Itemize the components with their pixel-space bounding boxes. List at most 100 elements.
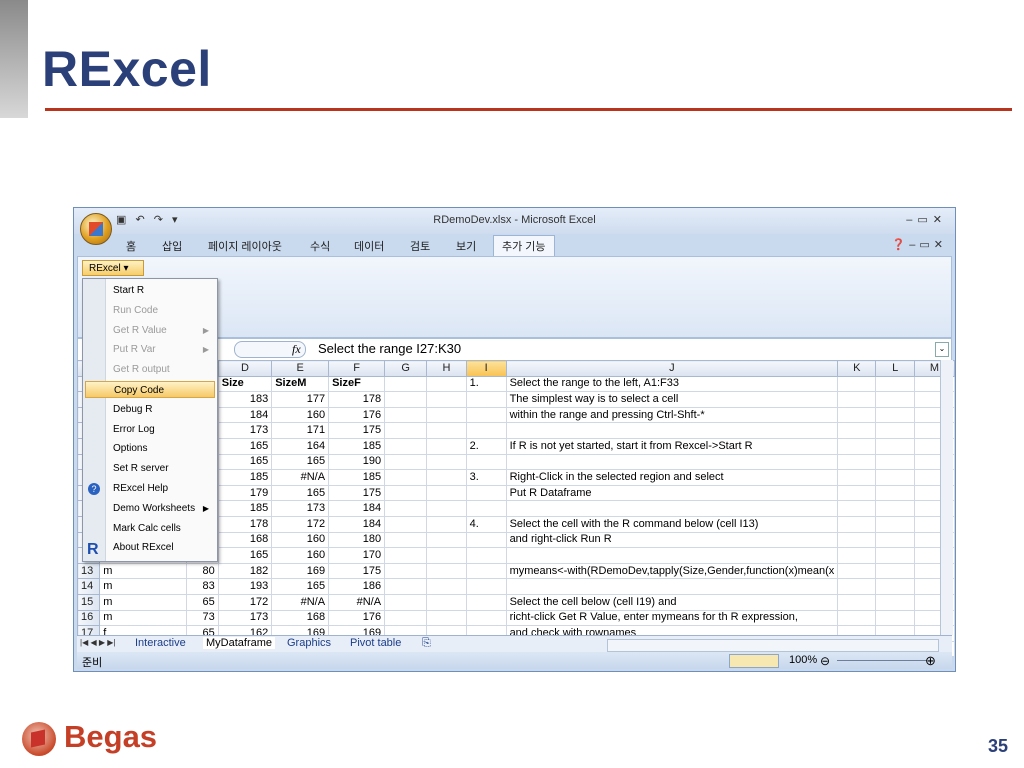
cell[interactable] [426,547,467,564]
cell[interactable]: 165 [217,453,273,471]
cell[interactable] [384,469,428,486]
office-button-icon[interactable] [80,213,112,245]
cell[interactable] [465,562,507,580]
cell[interactable]: 83 [185,578,219,595]
cell[interactable] [505,422,839,439]
zoom-in-icon[interactable]: ⊕ [925,653,936,669]
zoom-level[interactable]: 100% [789,654,817,666]
cell[interactable]: 186 [328,578,386,595]
cell[interactable]: 179 [217,484,273,502]
cell[interactable] [875,609,915,627]
cell[interactable]: 165 [217,547,273,564]
cell[interactable] [837,500,877,517]
cell[interactable] [426,578,467,595]
cell[interactable] [384,578,428,595]
cell[interactable] [837,453,877,471]
cell[interactable]: 173 [217,609,273,627]
cell[interactable] [384,391,428,408]
menu-item-get-r-output[interactable]: Get R output [107,361,213,378]
cell[interactable]: 165 [271,484,330,502]
cell[interactable]: Select the cell below (cell I19) and [505,593,839,611]
cell[interactable]: Select the cell with the R command below… [505,515,839,533]
cell[interactable] [426,515,467,533]
cell[interactable] [875,484,915,502]
cell[interactable] [384,562,428,580]
cell[interactable] [465,593,507,611]
cell[interactable]: Put R Dataframe [505,484,839,502]
cell[interactable] [465,453,507,471]
cell[interactable] [837,547,877,564]
cell[interactable]: richt-click Get R Value, enter mymeans f… [505,609,839,627]
cell[interactable] [384,437,428,455]
row-header[interactable]: 14 [76,578,101,595]
column-header[interactable]: F [328,360,386,377]
cell[interactable]: 182 [217,562,273,580]
cell[interactable]: 190 [328,453,386,471]
help-icon[interactable]: ❓ [892,239,910,251]
cell[interactable] [837,531,877,549]
cell[interactable]: 177 [271,391,330,408]
cell[interactable] [505,578,839,595]
cell[interactable] [837,406,877,424]
cell[interactable]: 164 [271,437,330,455]
cell[interactable]: 185 [328,469,386,486]
cell[interactable]: 168 [217,531,273,549]
tab-review[interactable]: 검토 [410,238,430,254]
cell[interactable]: 160 [271,531,330,549]
cell[interactable] [426,593,467,611]
cell[interactable] [465,484,507,502]
tab-insert[interactable]: 삽입 [162,238,182,254]
cell[interactable]: #N/A [328,593,386,611]
cell[interactable] [837,515,877,533]
cell[interactable]: 185 [217,500,273,517]
cell[interactable]: The simplest way is to select a cell [505,391,839,408]
cell[interactable]: 3. [465,469,507,486]
cell[interactable]: 171 [271,422,330,439]
menu-item-options[interactable]: Options [107,440,213,457]
row-header[interactable]: 13 [76,562,101,580]
rexcel-menu-button[interactable]: RExcel ▾ [82,260,144,276]
row-header[interactable]: 16 [76,609,101,627]
menu-item-debug-r[interactable]: Debug R [107,401,213,418]
cell[interactable] [875,391,915,408]
menu-item-put-r-var[interactable]: Put R Var ▶ [107,341,213,358]
sheet-tab-pivot-table[interactable]: Pivot table [350,637,401,649]
column-header[interactable]: E [271,360,330,377]
ribbon-controls[interactable]: ❓–▭✕ [892,238,947,251]
column-header[interactable]: L [875,360,915,377]
cell[interactable]: Size [217,375,273,393]
cell[interactable] [837,593,877,611]
cell[interactable] [875,422,915,439]
cell[interactable] [465,547,507,564]
cell[interactable] [426,406,467,424]
cell[interactable]: If R is not yet started, start it from R… [505,437,839,455]
cell[interactable] [384,500,428,517]
cell[interactable] [465,609,507,627]
cell[interactable] [426,531,467,549]
cell[interactable]: 178 [328,391,386,408]
tab-view[interactable]: 보기 [456,238,476,254]
cell[interactable]: m [99,562,187,580]
cell[interactable] [875,406,915,424]
horizontal-scrollbar[interactable] [607,639,939,652]
cell[interactable]: SizeF [328,375,386,393]
cell[interactable] [875,578,915,595]
cell[interactable]: 168 [271,609,330,627]
cell[interactable]: 173 [217,422,273,439]
cell[interactable]: 80 [185,562,219,580]
menu-item-start-r[interactable]: Start R [107,282,213,299]
cell[interactable]: Select the range to the left, A1:F33 [505,375,839,393]
cell[interactable] [465,578,507,595]
cell[interactable] [837,375,877,393]
cell[interactable] [384,375,428,393]
cell[interactable] [875,593,915,611]
cell[interactable] [875,515,915,533]
window-controls[interactable]: –▭✕ [906,213,947,226]
cell[interactable]: 183 [217,391,273,408]
cell[interactable] [426,375,467,393]
cell[interactable]: 175 [328,484,386,502]
menu-item-get-r-value[interactable]: Get R Value ▶ [107,322,213,339]
formula-input[interactable]: Select the range I27:K30 [318,341,461,356]
column-header[interactable]: I [465,360,507,377]
fx-icon[interactable]: fx [292,342,301,357]
